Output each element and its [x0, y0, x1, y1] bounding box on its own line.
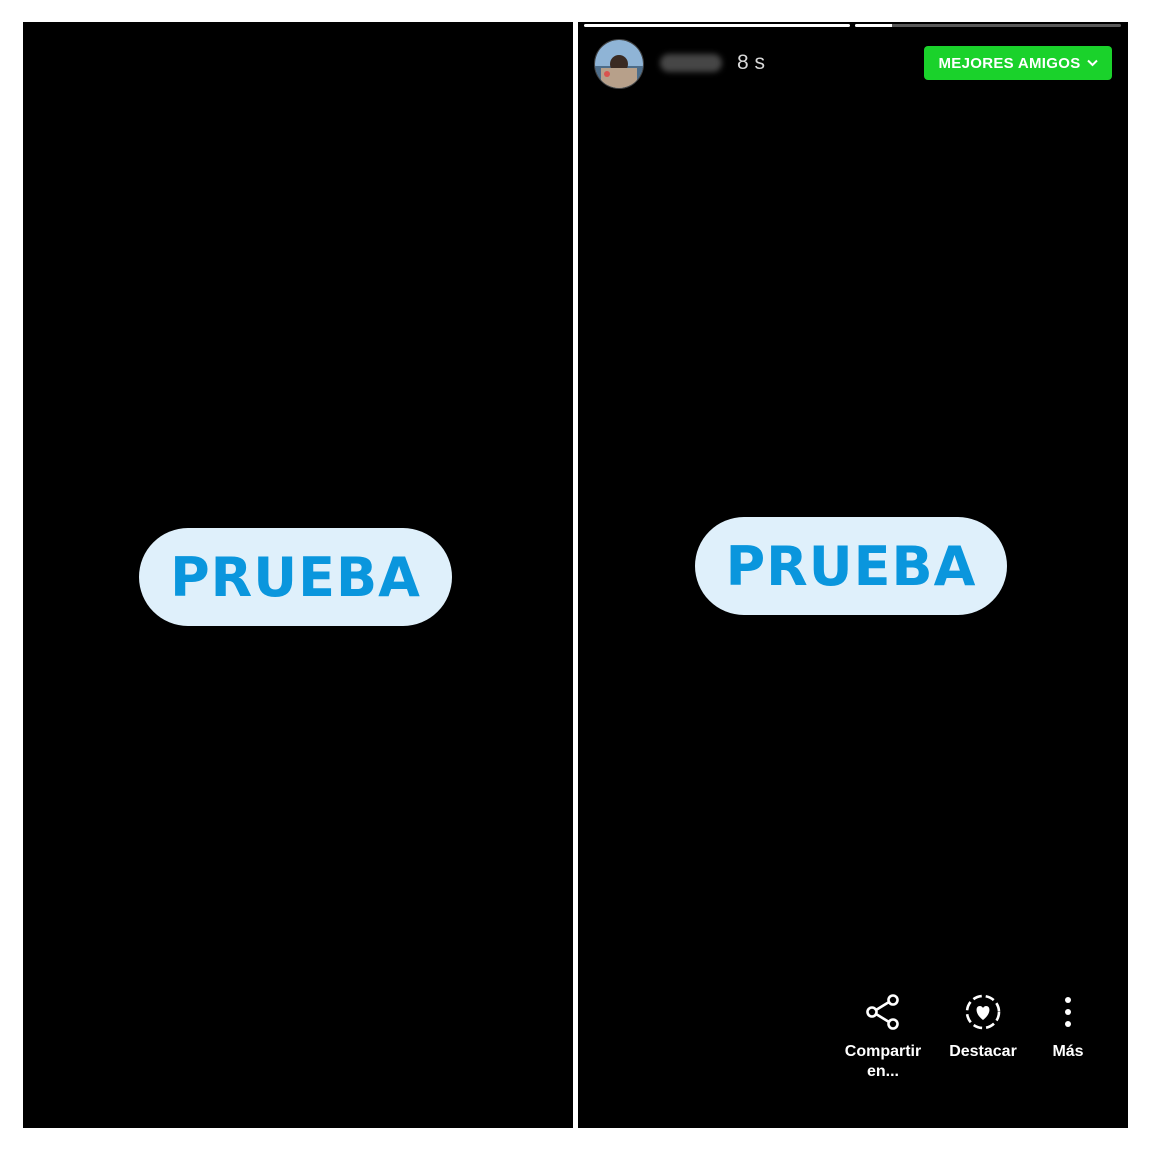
sticker-text: PRUEBA [170, 545, 421, 609]
story-progress-bar-1 [584, 24, 850, 27]
more-vertical-icon [1065, 997, 1071, 1027]
more-button[interactable]: Más [1040, 992, 1096, 1062]
share-label-line1: Compartir [844, 1043, 922, 1060]
story-progress-bar-2 [855, 24, 1121, 27]
username[interactable]: mm_gr [660, 54, 722, 72]
more-label: Más [1052, 1043, 1084, 1060]
highlight-label: Destacar [949, 1043, 1017, 1060]
progress-fill [584, 24, 850, 27]
chevron-down-icon [1086, 57, 1098, 69]
highlight-heart-icon [965, 994, 1001, 1030]
best-friends-label: MEJORES AMIGOS [938, 54, 1081, 72]
prueba-sticker: PRUEBA [695, 517, 1007, 615]
share-button[interactable]: Compartir en... [840, 992, 926, 1082]
best-friends-button[interactable]: MEJORES AMIGOS [924, 46, 1112, 80]
sticker-text: PRUEBA [725, 534, 977, 598]
share-label-line2: en... [866, 1063, 899, 1080]
prueba-sticker[interactable]: PRUEBA [139, 528, 452, 626]
story-editor-panel: PRUEBA [23, 22, 573, 1128]
story-timestamp: 8 s [737, 51, 766, 74]
progress-fill [855, 24, 893, 27]
avatar[interactable] [594, 39, 644, 89]
screenshot-canvas: PRUEBA mm_gr 8 s MEJORES AMIGOS [0, 0, 1150, 1150]
story-viewer-panel: mm_gr 8 s MEJORES AMIGOS PRUEBA Comparti… [578, 22, 1128, 1128]
share-icon [866, 994, 899, 1030]
highlight-button[interactable]: Destacar [938, 992, 1028, 1062]
